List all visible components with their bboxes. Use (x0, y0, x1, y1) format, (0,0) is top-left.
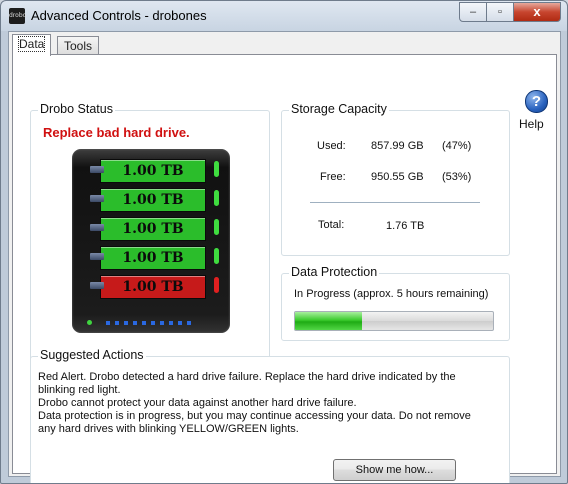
used-percent: (47%) (442, 140, 472, 152)
capacity-light (151, 321, 155, 325)
maximize-button[interactable]: ▫ (486, 2, 514, 22)
minimize-button[interactable]: – (459, 2, 487, 22)
suggestion-line: blinking red light. (38, 384, 121, 396)
maximize-icon: ▫ (498, 6, 502, 18)
total-label: Total: (318, 219, 345, 231)
suggested-actions-text: Red Alert. Drobo detected a hard drive f… (38, 371, 471, 436)
drive-latch-icon (90, 253, 104, 260)
used-label: Used: (317, 140, 346, 152)
question-icon: ? (525, 90, 548, 113)
capacity-light (115, 321, 119, 325)
data-tab-panel: Drobo Status Replace bad hard drive. 1.0… (12, 54, 557, 483)
protection-progress-bar (294, 311, 494, 331)
window-title: Advanced Controls - drobones (31, 8, 207, 23)
drobo-app-icon: drobo (9, 8, 26, 24)
drive-bay-1: 1.00 TB (82, 157, 222, 183)
drive-capacity-label: 1.00 TB (100, 246, 206, 270)
drive-capacity-label: 1.00 TB (100, 188, 206, 212)
main-window: drobo Advanced Controls - drobones – ▫ x… (0, 0, 568, 484)
show-me-how-button[interactable]: Show me how... (333, 459, 456, 481)
drive-status-light (214, 219, 219, 235)
drive-status-light (214, 161, 219, 177)
protection-status-text: In Progress (approx. 5 hours remaining) (294, 288, 489, 300)
drive-status-light (214, 190, 219, 206)
total-value: 1.76 TB (386, 220, 425, 232)
free-value: 950.55 GB (371, 171, 424, 183)
suggested-actions-group: Suggested Actions Red Alert. Drobo detec… (30, 348, 510, 483)
drive-bay-3: 1.00 TB (82, 215, 222, 241)
minimize-icon: – (469, 6, 477, 18)
capacity-light (160, 321, 164, 325)
drive-latch-icon (90, 195, 104, 202)
capacity-lights (106, 321, 191, 325)
suggestion-line: any hard drives with blinking YELLOW/GRE… (38, 423, 299, 435)
tab-tools-label: Tools (64, 39, 93, 53)
storage-capacity-group: Storage Capacity Used: 857.99 GB (47%) F… (281, 102, 510, 256)
capacity-light (124, 321, 128, 325)
free-label: Free: (320, 171, 346, 183)
drive-capacity-label: 1.00 TB (100, 217, 206, 241)
drive-bay-5: 1.00 TB (82, 273, 222, 299)
drive-latch-icon (90, 224, 104, 231)
drive-capacity-label: 1.00 TB (100, 159, 206, 183)
capacity-light (178, 321, 182, 325)
free-percent: (53%) (442, 171, 472, 183)
status-alert: Replace bad hard drive. (43, 125, 190, 140)
storage-capacity-title: Storage Capacity (289, 102, 389, 116)
help-label: Help (519, 117, 544, 131)
drive-status-light (214, 277, 219, 293)
tab-data[interactable]: Data (12, 34, 52, 56)
drive-status-light (214, 248, 219, 264)
power-light (87, 320, 92, 325)
data-protection-title: Data Protection (289, 265, 380, 279)
drive-latch-icon (90, 166, 104, 173)
drobo-status-group: Drobo Status Replace bad hard drive. 1.0… (30, 102, 270, 366)
capacity-light (133, 321, 137, 325)
drobo-chassis-image: 1.00 TB 1.00 TB 1.00 TB 1.00 TB 1.00 TB (72, 149, 230, 333)
drive-capacity-label: 1.00 TB (100, 275, 206, 299)
capacity-light (106, 321, 110, 325)
drobo-status-title: Drobo Status (38, 102, 115, 116)
drive-latch-icon (90, 282, 104, 289)
suggestion-line: Red Alert. Drobo detected a hard drive f… (38, 371, 456, 383)
tab-tools[interactable]: Tools (57, 36, 100, 55)
capacity-light (187, 321, 191, 325)
capacity-light (169, 321, 173, 325)
progress-fill (295, 312, 363, 330)
used-value: 857.99 GB (371, 140, 424, 152)
close-button[interactable]: x (513, 2, 561, 22)
tab-data-label: Data (17, 36, 46, 52)
suggestion-line: Data protection is in progress, but you … (38, 410, 471, 422)
window-client-area: Data Tools Drobo Status Replace bad hard… (8, 31, 561, 483)
data-protection-group: Data Protection In Progress (approx. 5 h… (281, 265, 510, 341)
drive-bay-2: 1.00 TB (82, 186, 222, 212)
suggestion-line: Drobo cannot protect your data against a… (38, 397, 357, 409)
drive-bay-4: 1.00 TB (82, 244, 222, 270)
title-bar[interactable]: drobo Advanced Controls - drobones – ▫ x (1, 1, 567, 29)
capacity-divider (310, 202, 480, 203)
capacity-light (142, 321, 146, 325)
close-icon: x (533, 4, 541, 19)
suggested-actions-title: Suggested Actions (38, 348, 146, 362)
